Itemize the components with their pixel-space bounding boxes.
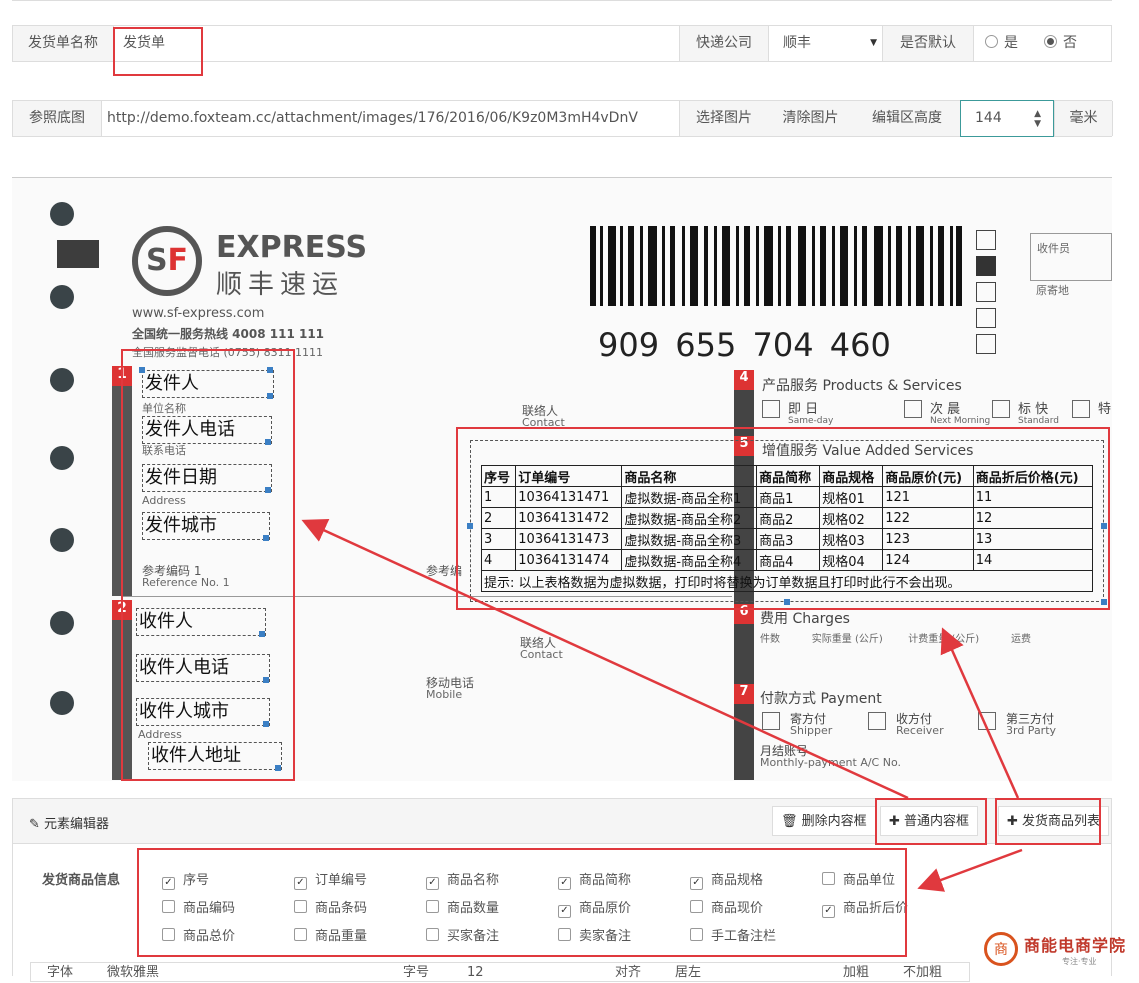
watermark-logo: 商 商能电商学院 专注·专业 xyxy=(984,930,1134,970)
section-7-badge: 7 xyxy=(734,684,754,704)
contact-en-2: Contact xyxy=(520,648,563,661)
checkbox-box xyxy=(976,282,996,302)
sameday-label: 即 日 xyxy=(788,402,819,417)
option-box xyxy=(762,712,780,730)
bold-label: 加粗 xyxy=(843,965,870,980)
watermark-name: 商能电商学院 xyxy=(1024,936,1127,955)
choose-image-button[interactable]: 选择图片 xyxy=(679,101,769,136)
checkbox-box xyxy=(976,308,996,328)
special-label: 特 xyxy=(1098,402,1112,417)
highlight-normal-button xyxy=(875,798,987,845)
express-value: 顺丰 xyxy=(783,35,811,51)
height-input[interactable]: 144 ▲ ▼ xyxy=(960,100,1054,137)
default-no-label: 否 xyxy=(1063,35,1077,51)
default-yes-radio[interactable]: 是 xyxy=(985,26,1045,61)
school-logo-icon: 商 xyxy=(984,932,1018,966)
option-box xyxy=(904,400,922,418)
highlight-fields-box xyxy=(121,349,295,781)
third-party-pay-en: 3rd Party xyxy=(1006,724,1057,737)
highlight-name-box xyxy=(113,27,203,76)
bg-url-input[interactable]: http://demo.foxteam.cc/attachment/images… xyxy=(107,101,675,136)
checkbox-box xyxy=(976,256,996,276)
option-box xyxy=(762,400,780,418)
products-heading: 产品服务 Products & Services xyxy=(762,378,962,394)
option-box xyxy=(978,712,996,730)
website: www.sf-express.com xyxy=(132,306,265,321)
brand-cn: 顺丰速运 xyxy=(216,270,345,300)
sf-logo-icon: SF xyxy=(132,226,202,296)
punch-hole xyxy=(50,691,74,715)
bg-label: 参照底图 xyxy=(13,101,102,136)
standard-label: 标 快 xyxy=(1018,402,1049,417)
format-row: 字体 微软雅黑 字号 12 对齐 居左 加粗 不加粗 xyxy=(30,962,970,982)
height-label: 编辑区高度 xyxy=(854,101,961,136)
barcode-image xyxy=(590,226,962,306)
radio-icon xyxy=(985,35,998,48)
background-row: 参照底图 http://demo.foxteam.cc/attachment/i… xyxy=(12,100,1113,137)
option-box xyxy=(992,400,1010,418)
highlight-goods-button xyxy=(995,798,1101,845)
height-value: 144 xyxy=(975,110,1002,126)
default-yes-label: 是 xyxy=(1004,35,1018,51)
goods-info-label: 发货商品信息 xyxy=(42,873,121,888)
shipper-pay-en: Shipper xyxy=(790,724,833,737)
editor-title-text: 元素编辑器 xyxy=(44,817,110,832)
black-mark xyxy=(57,240,99,268)
nextmorning-en: Next Morning xyxy=(930,416,991,426)
editor-title: ✎ 元素编辑器 xyxy=(29,813,109,832)
punch-hole xyxy=(50,368,74,392)
punch-hole xyxy=(50,528,74,552)
punch-hole xyxy=(50,611,74,635)
chevron-down-icon: ▼ xyxy=(870,38,877,48)
origin-label: 原寄地 xyxy=(1036,284,1069,297)
default-label: 是否默认 xyxy=(882,26,974,61)
clear-image-button[interactable]: 清除图片 xyxy=(767,101,855,136)
payment-heading: 付款方式 Payment xyxy=(760,691,882,707)
size-select[interactable]: 12 xyxy=(467,963,484,983)
template-name-input[interactable]: 发货单 xyxy=(123,26,683,61)
stepper-icon[interactable]: ▲ ▼ xyxy=(1034,101,1041,129)
size-label: 字号 xyxy=(403,965,430,980)
checkbox-box xyxy=(976,230,996,250)
brand-en: EXPRESS xyxy=(216,230,368,265)
standard-en: Standard xyxy=(1018,416,1059,426)
punch-hole xyxy=(50,446,74,470)
express-select[interactable]: 顺丰 ▼ xyxy=(767,26,883,61)
highlight-table-box xyxy=(456,427,1110,610)
tracking-number: 909 655 704 460 xyxy=(598,326,891,364)
trash-icon: 🗑 xyxy=(781,814,798,829)
nextmorning-label: 次 晨 xyxy=(930,402,961,417)
watermark-slogan: 专注·专业 xyxy=(1062,957,1097,966)
punch-hole xyxy=(50,285,74,309)
edit-icon: ✎ xyxy=(29,817,40,832)
charges-items: 件数 实际重量 (公斤) 计费重量 (公斤) 运费 xyxy=(760,634,1031,645)
sameday-en: Same-day xyxy=(788,416,834,426)
template-name-label: 发货单名称 xyxy=(13,26,114,61)
align-label: 对齐 xyxy=(615,965,642,980)
default-no-radio[interactable]: 否 xyxy=(1044,26,1104,61)
section-4-badge: 4 xyxy=(734,370,754,390)
charges-heading: 费用 Charges xyxy=(760,611,850,627)
radio-checked-icon xyxy=(1044,35,1057,48)
receiver-pay-en: Receiver xyxy=(896,724,944,737)
punch-hole xyxy=(50,202,74,226)
delete-label: 删除内容框 xyxy=(801,814,867,829)
receiver-box: 收件员 xyxy=(1030,233,1112,281)
monthly-en: Monthly-payment A/C No. xyxy=(760,756,901,769)
highlight-options-box xyxy=(137,848,907,957)
top-divider xyxy=(12,0,1112,1)
height-unit: 毫米 xyxy=(1054,101,1113,136)
option-box xyxy=(1072,400,1090,418)
delete-box-button[interactable]: 🗑 删除内容框 xyxy=(772,806,876,836)
mobile-en: Mobile xyxy=(426,688,463,701)
align-select[interactable]: 居左 xyxy=(675,963,701,983)
font-label: 字体 xyxy=(47,965,74,980)
hotline: 全国统一服务热线 4008 111 111 xyxy=(132,327,325,341)
checkbox-box xyxy=(976,334,996,354)
option-box xyxy=(868,712,886,730)
font-select[interactable]: 微软雅黑 xyxy=(107,963,159,983)
express-label: 快递公司 xyxy=(679,26,769,61)
bold-select[interactable]: 不加粗 xyxy=(903,963,942,983)
receiver-label: 收件员 xyxy=(1037,242,1070,255)
